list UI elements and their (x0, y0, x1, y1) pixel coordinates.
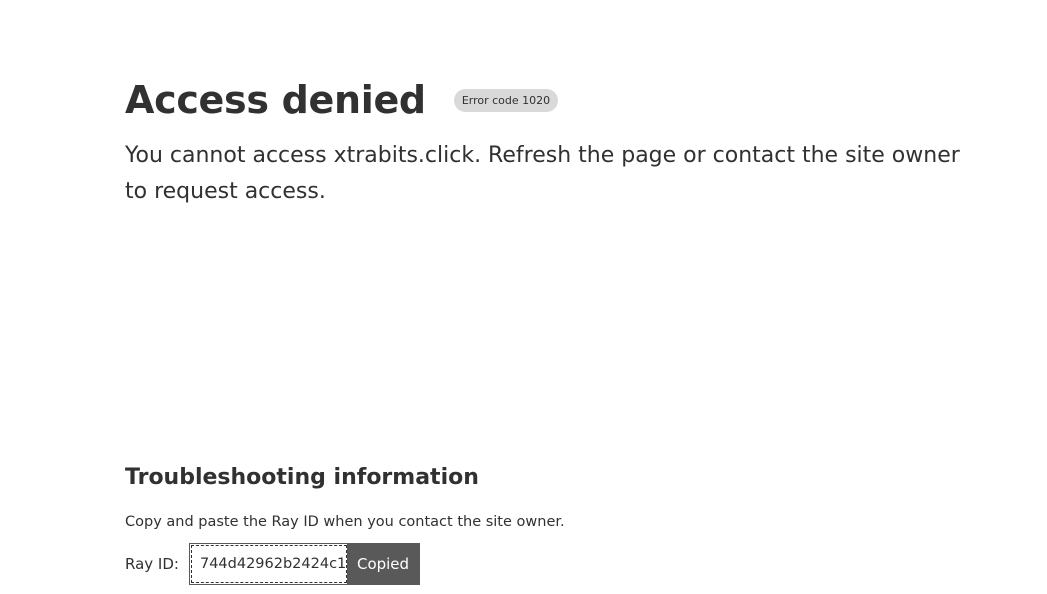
title-row: Access denied Error code 1020 (125, 76, 965, 124)
page-title: Access denied (125, 78, 426, 122)
troubleshooting-section: Troubleshooting information Copy and pas… (125, 462, 965, 586)
error-description: You cannot access xtrabits.click. Refres… (125, 143, 960, 204)
ray-id-value[interactable]: 744d42962b2424c1 (190, 545, 347, 583)
troubleshooting-description: Copy and paste the Ray ID when you conta… (125, 514, 565, 530)
ray-id-label: Ray ID: (125, 555, 179, 573)
troubleshooting-title: Troubleshooting information (125, 465, 479, 490)
ray-id-row: Ray ID: 744d42962b2424c1 Copied (125, 542, 965, 586)
main-content: Access denied Error code 1020 You cannot… (125, 76, 965, 210)
ray-id-box: 744d42962b2424c1 Copied (188, 543, 421, 585)
copy-ray-id-button[interactable]: Copied (346, 544, 420, 584)
error-code-badge: Error code 1020 (453, 88, 559, 112)
error-page: Access denied Error code 1020 You cannot… (0, 0, 1047, 594)
